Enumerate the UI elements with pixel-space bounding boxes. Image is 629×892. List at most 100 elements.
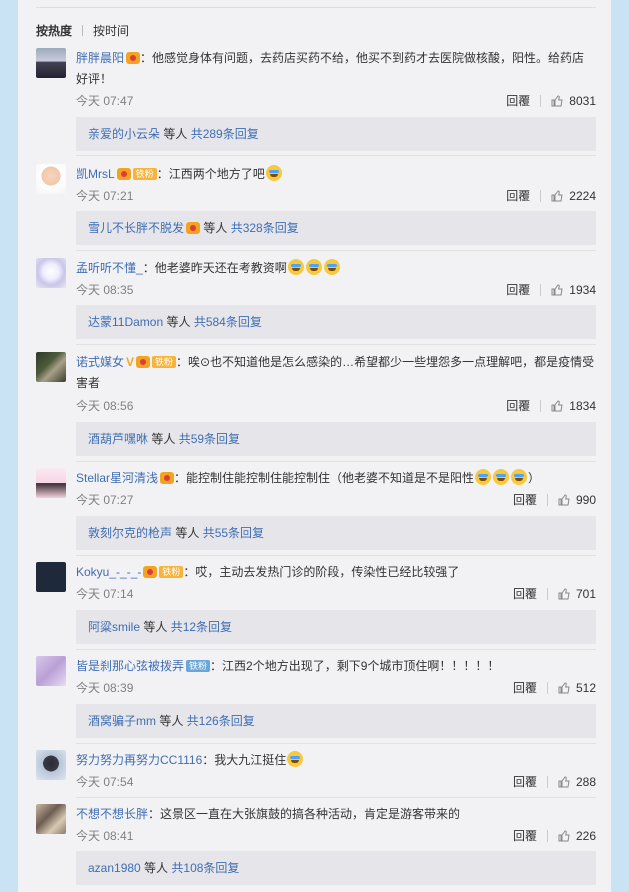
fan-badge: 铁粉 — [159, 566, 184, 578]
tab-time[interactable]: 按时间 — [93, 22, 129, 39]
reply-summary[interactable]: 阿粱smile 等人 共12条回复 — [76, 610, 596, 644]
reply-count-link[interactable]: 共126条回复 — [187, 714, 255, 728]
comment-time: 今天 07:47 — [76, 94, 134, 108]
reply-summary[interactable]: 敦刻尔克的枪声 等人 共55条回复 — [76, 516, 596, 550]
comment-time: 今天 07:21 — [76, 189, 134, 203]
reply-button[interactable]: 回覆 — [506, 187, 530, 204]
reply-user[interactable]: azan1980 — [88, 861, 141, 875]
comment-divider — [76, 155, 596, 156]
reply-user[interactable]: 达蒙11Damon — [88, 315, 163, 329]
comment-text-end: ） — [528, 471, 541, 485]
avatar[interactable] — [36, 562, 66, 592]
crying-emoji-icon — [287, 751, 304, 767]
avatar[interactable] — [36, 164, 66, 194]
thumbs-up-icon[interactable] — [558, 681, 570, 694]
thumbs-up-icon[interactable] — [558, 775, 570, 788]
reply-summary[interactable]: 亲爱的小云朵 等人 共289条回复 — [76, 117, 596, 151]
reply-count-link[interactable]: 共55条回复 — [203, 526, 264, 540]
comment-author[interactable]: Kokyu_-_-_- — [76, 565, 141, 579]
avatar[interactable] — [36, 804, 66, 834]
thumbs-up-icon[interactable] — [558, 587, 570, 600]
thumbs-up-icon[interactable] — [551, 399, 563, 412]
reply-mid: 等人 — [160, 127, 191, 141]
comment-actions: 回覆 2224 — [506, 187, 596, 204]
action-separator — [540, 189, 542, 202]
reply-button[interactable]: 回覆 — [506, 397, 530, 414]
reply-user[interactable]: 雪儿不长胖不脱发 — [88, 221, 184, 235]
action-separator — [546, 775, 548, 788]
like-count: 226 — [575, 828, 596, 843]
tab-separator — [82, 25, 84, 36]
reply-summary[interactable]: 酒葫芦嘿咻 等人 共59条回复 — [76, 422, 596, 456]
comment-author[interactable]: 不想不想长胖 — [76, 807, 148, 821]
reply-button[interactable]: 回覆 — [513, 491, 537, 508]
vip-crown-icon — [160, 472, 175, 484]
reply-summary[interactable]: azan1980 等人 共108条回复 — [76, 851, 596, 885]
reply-button[interactable]: 回覆 — [513, 585, 537, 602]
comment-author[interactable]: 诺式媒女 — [76, 355, 124, 369]
comment-author[interactable]: Stellar星河清浅 — [76, 471, 158, 485]
like-count: 512 — [575, 680, 596, 695]
comment-text: ：江西2个地方出现了，剩下9个城市顶住啊！！！！！ — [210, 659, 500, 673]
reply-button[interactable]: 回覆 — [513, 827, 537, 844]
avatar[interactable] — [36, 656, 66, 686]
action-separator — [546, 681, 548, 694]
reply-user[interactable]: 酒葫芦嘿咻 — [88, 432, 148, 446]
comment-divider — [76, 649, 596, 650]
reply-summary[interactable]: 雪儿不长胖不脱发 等人 共328条回复 — [76, 211, 596, 245]
comment-actions: 回覆 1834 — [506, 397, 596, 414]
reply-button[interactable]: 回覆 — [506, 92, 530, 109]
reply-count-link[interactable]: 共584条回复 — [194, 315, 262, 329]
reply-button[interactable]: 回覆 — [506, 281, 530, 298]
like-count: 2224 — [569, 188, 596, 203]
comment-text: ：哎，主动去发热门诊的阶段，传染性已经比较强了 — [183, 565, 460, 579]
comment-text: ：他老婆昨天还在考教资啊 — [142, 261, 287, 275]
like-count: 8031 — [569, 93, 596, 108]
like-count: 1934 — [569, 282, 596, 297]
reply-button[interactable]: 回覆 — [513, 773, 537, 790]
action-separator — [540, 94, 542, 107]
reply-count-link[interactable]: 共59条回复 — [179, 432, 240, 446]
reply-user[interactable]: 阿粱smile — [88, 620, 140, 634]
tab-hot[interactable]: 按热度 — [36, 22, 72, 39]
thumbs-up-icon[interactable] — [551, 94, 563, 107]
crying-emoji-icon — [511, 469, 528, 485]
thumbs-up-icon[interactable] — [558, 829, 570, 842]
avatar[interactable] — [36, 468, 66, 498]
reply-count-link[interactable]: 共108条回复 — [171, 861, 239, 875]
action-separator — [546, 587, 548, 600]
comment-author[interactable]: 胖胖晨阳 — [76, 51, 124, 65]
comment-author[interactable]: 凯MrsL — [76, 167, 115, 181]
comment-divider — [76, 344, 596, 345]
reply-button[interactable]: 回覆 — [513, 679, 537, 696]
reply-user[interactable]: 亲爱的小云朵 — [88, 127, 160, 141]
comment-time: 今天 07:27 — [76, 493, 134, 507]
comment-text: ：他感觉身体有问题，去药店买药不给，他买不到药才去医院做核酸，阳性。给药店好评！ — [76, 51, 585, 86]
top-divider — [36, 7, 596, 8]
comment-author[interactable]: 孟听听不懂_ — [76, 261, 143, 275]
reply-summary[interactable]: 达蒙11Damon 等人 共584条回复 — [76, 305, 596, 339]
reply-mid: 等人 — [172, 526, 203, 540]
thumbs-up-icon[interactable] — [558, 493, 570, 506]
action-separator — [546, 829, 548, 842]
avatar[interactable] — [36, 750, 66, 780]
crying-emoji-icon — [265, 165, 282, 181]
thumbs-up-icon[interactable] — [551, 283, 563, 296]
reply-mid: 等人 — [163, 315, 194, 329]
comment-author[interactable]: 努力努力再努力CC1116 — [76, 753, 202, 767]
comment-actions: 回覆 226 — [513, 827, 596, 844]
reply-count-link[interactable]: 共289条回复 — [191, 127, 259, 141]
reply-count-link[interactable]: 共12条回复 — [171, 620, 232, 634]
reply-user[interactable]: 酒窝骗子mm — [88, 714, 156, 728]
vip-crown-icon — [143, 566, 158, 578]
reply-user[interactable]: 敦刻尔克的枪声 — [88, 526, 172, 540]
comment-time: 今天 08:41 — [76, 829, 134, 843]
avatar[interactable] — [36, 258, 66, 288]
crying-emoji-icon — [475, 469, 492, 485]
avatar[interactable] — [36, 352, 66, 382]
reply-summary[interactable]: 酒窝骗子mm 等人 共126条回复 — [76, 704, 596, 738]
thumbs-up-icon[interactable] — [551, 189, 563, 202]
comment-author[interactable]: 皆是刹那心弦被拨弄 — [76, 659, 184, 673]
avatar[interactable] — [36, 48, 66, 78]
reply-count-link[interactable]: 共328条回复 — [231, 221, 299, 235]
